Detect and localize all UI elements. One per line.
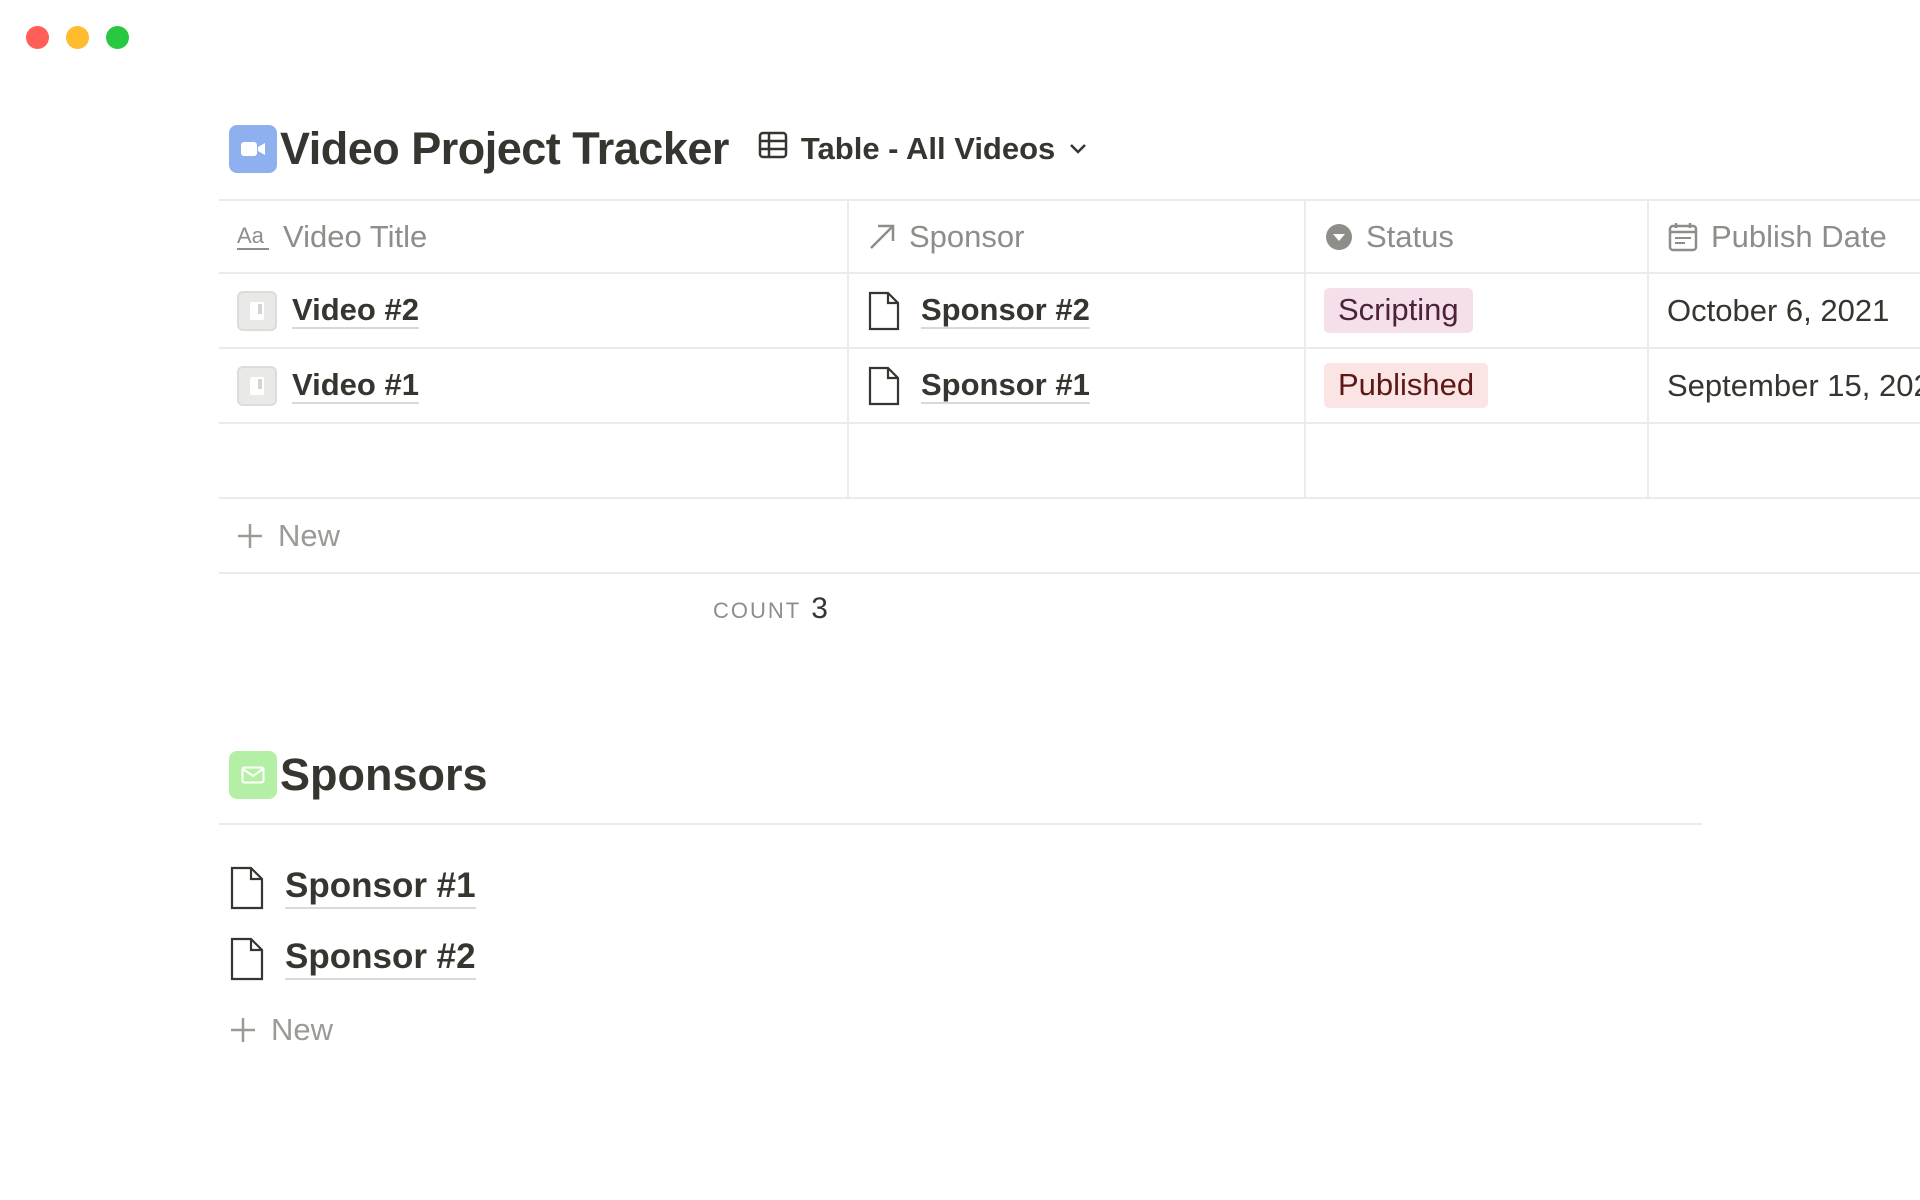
- list-item[interactable]: Sponsor #2: [229, 923, 476, 994]
- envelope-icon[interactable]: [229, 751, 277, 799]
- publish-date: September 15, 2021: [1667, 367, 1920, 403]
- add-row-button[interactable]: New: [219, 499, 1920, 574]
- page-icon: [237, 290, 277, 331]
- column-label: Publish Date: [1711, 218, 1887, 254]
- count-label: COUNT: [713, 598, 802, 623]
- chevron-down-icon: [1067, 131, 1089, 167]
- window-controls: [26, 26, 129, 49]
- count-calculation[interactable]: COUNT 3: [713, 592, 828, 626]
- publish-date: October 6, 2021: [1667, 292, 1890, 328]
- view-label: Table - All Videos: [800, 131, 1056, 166]
- sponsor-link[interactable]: Sponsor #2: [285, 937, 476, 980]
- sponsors-title[interactable]: Sponsors: [280, 749, 488, 801]
- page-icon: [237, 365, 277, 406]
- document-icon: [229, 866, 265, 910]
- document-icon: [867, 366, 901, 406]
- video-title-cell[interactable]: [219, 424, 849, 497]
- sponsors-list: Sponsor #1 Sponsor #2 New: [229, 852, 476, 1065]
- video-camera-icon[interactable]: [229, 125, 277, 173]
- video-title-cell[interactable]: Video #2: [219, 274, 849, 347]
- column-header-status[interactable]: Status: [1306, 201, 1649, 272]
- table-row-empty[interactable]: [219, 424, 1920, 499]
- column-header-video-title[interactable]: Aa Video Title: [219, 201, 849, 272]
- sponsor-cell[interactable]: [849, 424, 1306, 497]
- plus-icon: [236, 522, 264, 550]
- add-sponsor-button[interactable]: New: [229, 994, 476, 1065]
- calendar-icon: [1667, 221, 1699, 253]
- sponsor-cell[interactable]: Sponsor #2: [849, 274, 1306, 347]
- sponsor-link[interactable]: Sponsor #1: [285, 866, 476, 909]
- table-header-row: Aa Video Title Sponsor Status Publish Da…: [219, 199, 1920, 274]
- zoom-window-button[interactable]: [106, 26, 129, 49]
- table-row[interactable]: Video #2 Sponsor #2 Scripting October 6,…: [219, 274, 1920, 349]
- minimize-window-button[interactable]: [66, 26, 89, 49]
- column-header-publish-date[interactable]: Publish Date: [1649, 201, 1920, 272]
- column-label: Sponsor: [909, 218, 1025, 254]
- publish-date-cell[interactable]: September 15, 2021: [1649, 349, 1920, 422]
- column-label: Video Title: [283, 218, 428, 254]
- add-sponsor-label: New: [271, 1011, 334, 1047]
- database-header: Video Project Tracker Table - All Videos: [229, 122, 1089, 176]
- select-property-icon: [1324, 222, 1354, 252]
- document-icon: [867, 291, 901, 331]
- add-row-label: New: [278, 517, 341, 553]
- close-window-button[interactable]: [26, 26, 49, 49]
- column-header-sponsor[interactable]: Sponsor: [849, 201, 1306, 272]
- status-badge: Published: [1324, 363, 1489, 408]
- list-item[interactable]: Sponsor #1: [229, 852, 476, 923]
- plus-icon: [229, 1016, 257, 1044]
- relation-arrow-icon: [867, 222, 897, 252]
- sponsor-link[interactable]: Sponsor #2: [921, 292, 1090, 330]
- view-switcher[interactable]: Table - All Videos: [757, 129, 1089, 169]
- database-title[interactable]: Video Project Tracker: [280, 123, 729, 175]
- status-cell[interactable]: [1306, 424, 1649, 497]
- video-title-link[interactable]: Video #1: [292, 367, 419, 405]
- count-value: 3: [811, 592, 828, 625]
- publish-date-cell[interactable]: [1649, 424, 1920, 497]
- status-badge: Scripting: [1324, 288, 1473, 333]
- database-table: Aa Video Title Sponsor Status Publish Da…: [219, 199, 1920, 574]
- table-row[interactable]: Video #1 Sponsor #1 Published September …: [219, 349, 1920, 424]
- text-property-icon: Aa: [237, 223, 271, 251]
- status-cell[interactable]: Scripting: [1306, 274, 1649, 347]
- table-icon: [757, 129, 789, 169]
- video-title-link[interactable]: Video #2: [292, 292, 419, 330]
- sponsor-link[interactable]: Sponsor #1: [921, 367, 1090, 405]
- sponsors-header: Sponsors: [229, 748, 488, 802]
- publish-date-cell[interactable]: October 6, 2021: [1649, 274, 1920, 347]
- column-label: Status: [1366, 218, 1454, 254]
- svg-text:Aa: Aa: [237, 223, 265, 248]
- document-icon: [229, 937, 265, 981]
- divider: [219, 823, 1702, 825]
- sponsor-cell[interactable]: Sponsor #1: [849, 349, 1306, 422]
- video-title-cell[interactable]: Video #1: [219, 349, 849, 422]
- status-cell[interactable]: Published: [1306, 349, 1649, 422]
- page-content: Video Project Tracker Table - All Videos: [219, 0, 1920, 1200]
